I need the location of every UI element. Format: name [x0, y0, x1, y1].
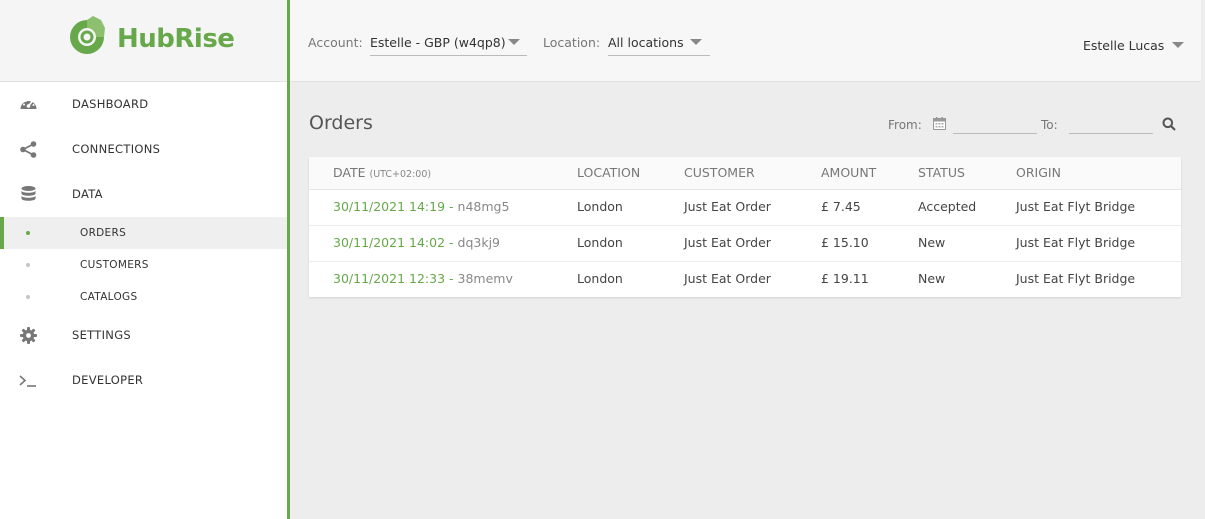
column-header-location: LOCATION — [577, 165, 641, 180]
gear-icon — [20, 327, 37, 344]
logo-area: HubRise — [0, 0, 287, 82]
account-value: Estelle - GBP (w4qp8) — [370, 35, 506, 50]
bullet-icon — [26, 263, 30, 267]
location-value: All locations — [608, 35, 684, 50]
order-origin: Just Eat Flyt Bridge — [1016, 199, 1136, 214]
chevron-down-icon — [690, 39, 702, 45]
from-label: From: — [888, 118, 922, 132]
location-label: Location: — [543, 35, 601, 50]
order-origin: Just Eat Flyt Bridge — [1016, 271, 1136, 286]
orders-table: DATE (UTC+02:00) LOCATION CUSTOMER AMOUN… — [309, 157, 1181, 297]
to-label: To: — [1041, 118, 1058, 132]
sidebar-item-label: DEVELOPER — [72, 373, 144, 387]
share-icon — [20, 141, 37, 158]
sidebar-subitem-orders[interactable]: ORDERS — [0, 217, 287, 249]
order-customer: Just Eat Order — [684, 235, 771, 250]
user-menu[interactable]: Estelle Lucas — [1083, 38, 1164, 53]
order-origin: Just Eat Flyt Bridge — [1016, 235, 1136, 250]
gauge-icon — [20, 100, 37, 109]
chevron-down-icon — [508, 39, 520, 45]
sidebar-item-label: DATA — [72, 187, 103, 201]
column-header-status: STATUS — [918, 165, 965, 180]
terminal-icon — [19, 375, 36, 387]
order-status: New — [918, 235, 946, 250]
order-location: London — [577, 271, 623, 286]
sidebar-subitem-label: ORDERS — [80, 227, 127, 239]
page-title: Orders — [309, 112, 373, 134]
sidebar-item-label: DASHBOARD — [72, 97, 149, 111]
topbar: Account: Estelle - GBP (w4qp8) Location:… — [290, 0, 1201, 82]
table-row[interactable]: 30/11/2021 12:33 - 38memv London Just Ea… — [309, 262, 1181, 298]
sidebar-item-data[interactable]: DATA — [0, 172, 287, 217]
account-label: Account: — [308, 35, 363, 50]
sidebar-item-connections[interactable]: CONNECTIONS — [0, 127, 287, 172]
order-date-link[interactable]: 30/11/2021 12:33 - 38memv — [333, 271, 513, 286]
sidebar: HubRise DASHBOARD CONNECTIONS DATA ORDER… — [0, 0, 287, 519]
sidebar-item-developer[interactable]: DEVELOPER — [0, 358, 287, 403]
order-amount: £ 19.11 — [821, 271, 869, 286]
order-date-link[interactable]: 30/11/2021 14:02 - dq3kj9 — [333, 235, 500, 250]
from-date-input[interactable] — [953, 116, 1037, 134]
column-header-customer: CUSTOMER — [684, 165, 755, 180]
to-date-input[interactable] — [1069, 116, 1153, 134]
logo-text: HubRise — [117, 24, 235, 54]
table-row[interactable]: 30/11/2021 14:02 - dq3kj9 London Just Ea… — [309, 226, 1181, 262]
order-amount: £ 15.10 — [821, 235, 869, 250]
calendar-icon[interactable] — [933, 117, 946, 130]
account-select[interactable]: Estelle - GBP (w4qp8) — [370, 33, 527, 56]
column-header-date[interactable]: DATE (UTC+02:00) — [333, 165, 431, 180]
sidebar-item-settings[interactable]: SETTINGS — [0, 313, 287, 358]
location-select[interactable]: All locations — [608, 33, 710, 56]
sidebar-subitem-customers[interactable]: CUSTOMERS — [0, 249, 287, 281]
order-location: London — [577, 235, 623, 250]
table-header: DATE (UTC+02:00) LOCATION CUSTOMER AMOUN… — [309, 157, 1181, 190]
hubrise-logo-icon — [70, 16, 105, 54]
order-location: London — [577, 199, 623, 214]
sidebar-subitem-label: CATALOGS — [80, 291, 138, 303]
order-status: Accepted — [918, 199, 977, 214]
sidebar-subitem-catalogs[interactable]: CATALOGS — [0, 281, 287, 313]
sidebar-item-label: CONNECTIONS — [72, 142, 161, 156]
order-amount: £ 7.45 — [821, 199, 861, 214]
chevron-down-icon[interactable] — [1172, 42, 1184, 48]
search-icon[interactable] — [1162, 117, 1176, 131]
sidebar-subitem-label: CUSTOMERS — [80, 259, 149, 271]
order-status: New — [918, 271, 946, 286]
column-header-origin: ORIGIN — [1016, 165, 1061, 180]
database-icon — [21, 186, 36, 201]
sidebar-item-dashboard[interactable]: DASHBOARD — [0, 82, 287, 127]
bullet-icon — [26, 231, 30, 235]
order-customer: Just Eat Order — [684, 271, 771, 286]
bullet-icon — [26, 295, 30, 299]
table-row[interactable]: 30/11/2021 14:19 - n48mg5 London Just Ea… — [309, 190, 1181, 226]
column-header-amount: AMOUNT — [821, 165, 877, 180]
sidebar-item-label: SETTINGS — [72, 328, 132, 342]
order-customer: Just Eat Order — [684, 199, 771, 214]
sidebar-nav: DASHBOARD CONNECTIONS DATA ORDERS CUSTOM… — [0, 82, 287, 403]
order-date-link[interactable]: 30/11/2021 14:19 - n48mg5 — [333, 199, 509, 214]
